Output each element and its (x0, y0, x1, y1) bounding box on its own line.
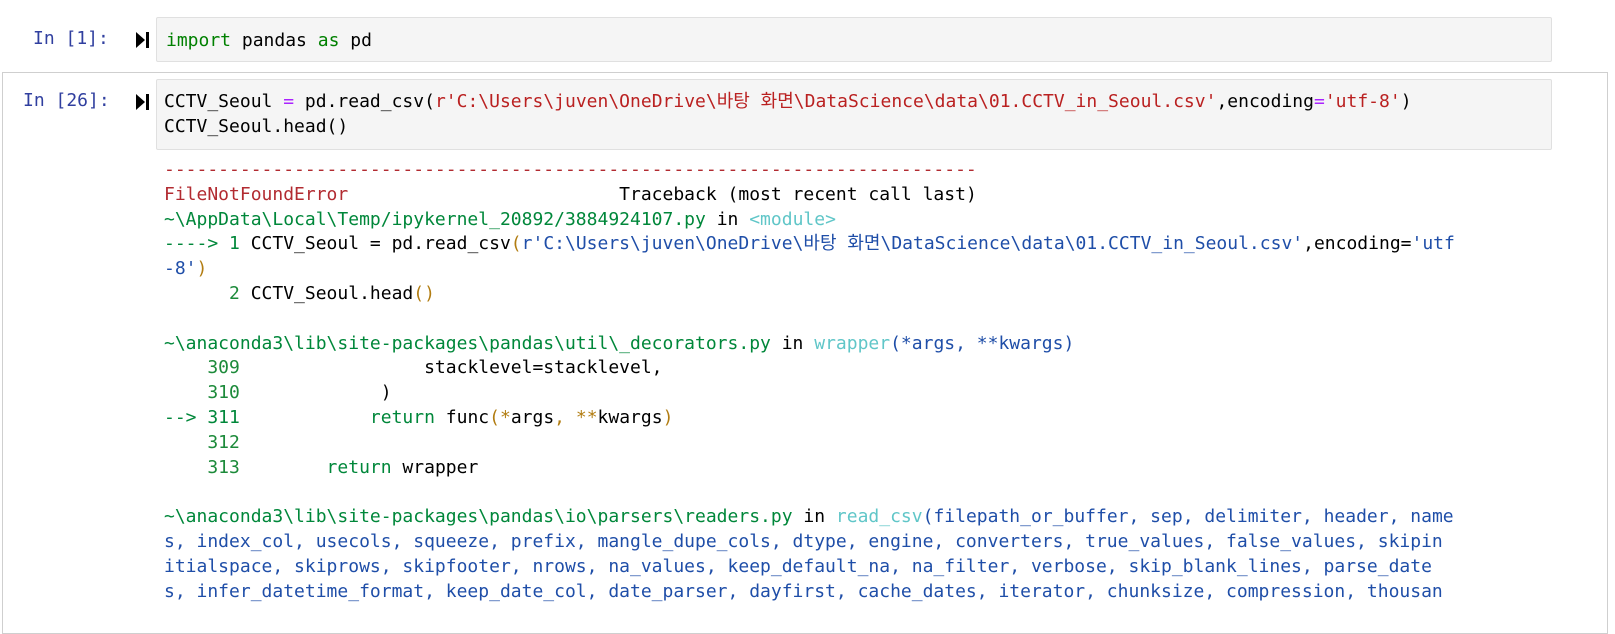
frame-args: s, infer_datetime_format, keep_date_col,… (164, 580, 1443, 602)
frame-args: (*args, **kwargs) (890, 332, 1075, 354)
frame-code-string: -8' (164, 258, 197, 280)
frame-code-paren: ) (196, 258, 208, 280)
input-prompt: In [1]: (33, 28, 109, 49)
keyword-import: import (166, 30, 232, 51)
frame-arrow: ----> 1 (164, 233, 251, 255)
line-number: 309 (164, 357, 251, 379)
frame-in: in (792, 506, 836, 528)
frame-path: ~\AppData\Local\Temp/ipykernel_20892/388… (164, 208, 706, 230)
frame-code: stacklevel=stacklevel, (250, 357, 663, 379)
frame-args: s, index_col, usecols, squeeze, prefix, … (164, 530, 1443, 552)
code-text: ) (1400, 91, 1412, 112)
traceback-divider: ----------------------------------------… (164, 159, 977, 180)
frame-code-string: r'C:\Users\juven\OneDrive\바탕 화면\DataScie… (521, 233, 1304, 255)
code-input[interactable]: import pandas as pd (156, 17, 1552, 62)
code-cell-1[interactable]: In [1]: import pandas as pd (0, 0, 1608, 68)
error-name: FileNotFoundError (164, 183, 349, 205)
code-text: ,encoding (1216, 91, 1314, 112)
frame-function: wrapper (814, 332, 891, 354)
keyword-as: as (317, 30, 340, 51)
frame-path: ~\anaconda3\lib\site-packages\pandas\uti… (164, 332, 771, 354)
frame-code: kwargs (597, 406, 663, 428)
line-number: 310 (164, 382, 251, 404)
traceback-output: ----------------------------------------… (164, 158, 1455, 604)
frame-code-paren: ) (662, 406, 674, 428)
frame-code-string: 'utf (1411, 233, 1455, 255)
line-number: 313 (164, 456, 251, 478)
traceback-header: Traceback (most recent call last) (348, 183, 977, 205)
frame-code: wrapper (391, 456, 479, 478)
frame-code-comma: , (554, 406, 576, 428)
frame-in: in (705, 208, 750, 230)
frame-code-star: * (499, 406, 511, 428)
code-text: pandas (231, 30, 318, 51)
frame-code: func (434, 406, 490, 428)
frame-module: <module> (749, 208, 836, 230)
frame-code: CCTV_Seoul.head (250, 282, 414, 304)
code-text: pd.read_csv( (294, 91, 435, 112)
code-text: CCTV_Seoul.head() (164, 116, 349, 137)
frame-code: CCTV_Seoul = pd.read_csv (250, 233, 511, 255)
keyword-return: return (250, 456, 392, 478)
line-number: 2 (164, 282, 251, 304)
frame-arrow: --> 311 (164, 406, 251, 428)
frame-code-star: ** (575, 406, 598, 428)
frame-code-paren: ( (510, 233, 522, 255)
string-literal: 'utf-8' (1324, 91, 1401, 112)
line-number: 312 (164, 431, 251, 453)
frame-in: in (770, 332, 815, 354)
input-prompt: In [26]: (23, 90, 110, 111)
code-input[interactable]: CCTV_Seoul = pd.read_csv(r'C:\Users\juve… (156, 79, 1552, 150)
frame-code: ,encoding= (1303, 233, 1412, 255)
run-cell-icon[interactable] (133, 92, 151, 112)
frame-code: ) (250, 382, 392, 404)
frame-function: read_csv (835, 506, 923, 528)
operator: = (1313, 91, 1325, 112)
frame-code-paren: () (413, 282, 435, 304)
frame-args: itialspace, skiprows, skipfooter, nrows,… (164, 555, 1432, 577)
operator: = (283, 91, 295, 112)
frame-args: (filepath_or_buffer, sep, delimiter, hea… (922, 506, 1454, 528)
frame-code: args (510, 406, 555, 428)
frame-path: ~\anaconda3\lib\site-packages\pandas\io\… (164, 506, 793, 528)
string-literal: r'C:\Users\juven\OneDrive\바탕 화면\DataScie… (434, 91, 1217, 112)
code-text: pd (339, 30, 372, 51)
code-text: CCTV_Seoul (164, 91, 284, 112)
keyword-return: return (250, 406, 435, 428)
run-cell-icon[interactable] (133, 30, 151, 50)
frame-code-paren: ( (489, 406, 500, 428)
